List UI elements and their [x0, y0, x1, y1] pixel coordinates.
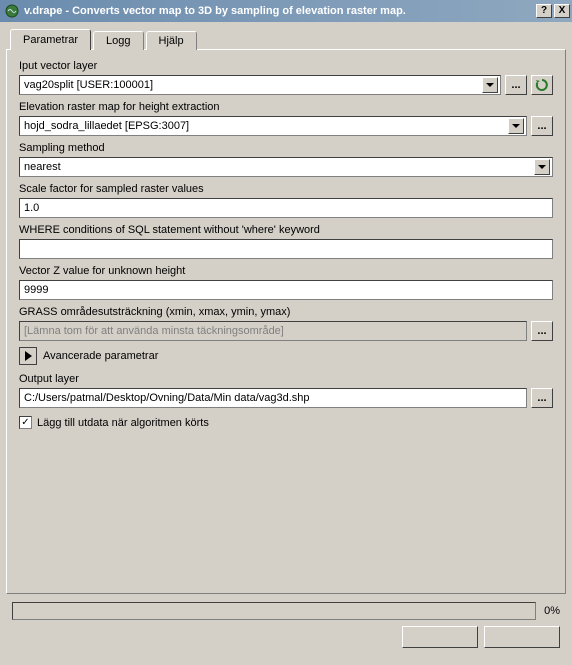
action-button-1[interactable]	[402, 626, 478, 648]
chevron-down-icon[interactable]	[534, 159, 550, 175]
elevation-label: Elevation raster map for height extracti…	[19, 101, 553, 113]
zvalue-label: Vector Z value for unknown height	[19, 265, 553, 277]
browse-output-button[interactable]: ...	[531, 388, 553, 408]
parameters-panel: Iput vector layer vag20split [USER:10000…	[6, 49, 566, 594]
browse-input-button[interactable]: ...	[505, 75, 527, 95]
app-icon	[4, 3, 20, 19]
input-layer-value: vag20split [USER:100001]	[24, 79, 153, 91]
play-icon	[25, 351, 32, 361]
add-output-label: Lägg till utdata när algoritmen körts	[37, 417, 209, 429]
output-label: Output layer	[19, 373, 553, 385]
input-layer-select[interactable]: vag20split [USER:100001]	[19, 75, 501, 95]
extent-input[interactable]: [Lämna tom för att använda minsta täckni…	[19, 321, 527, 341]
extent-placeholder: [Lämna tom för att använda minsta täckni…	[24, 325, 284, 337]
tab-parametrar[interactable]: Parametrar	[10, 29, 91, 50]
window-title: v.drape - Converts vector map to 3D by s…	[24, 5, 534, 17]
titlebar: v.drape - Converts vector map to 3D by s…	[0, 0, 572, 22]
scale-value	[24, 199, 548, 217]
refresh-button[interactable]	[531, 75, 553, 95]
scale-label: Scale factor for sampled raster values	[19, 183, 553, 195]
input-layer-label: Iput vector layer	[19, 60, 553, 72]
where-input[interactable]	[19, 239, 553, 259]
elevation-select[interactable]: hojd_sodra_lillaedet [EPSG:3007]	[19, 116, 527, 136]
sampling-label: Sampling method	[19, 142, 553, 154]
sampling-select[interactable]: nearest	[19, 157, 553, 177]
extent-label: GRASS områdesutsträckning (xmin, xmax, y…	[19, 306, 553, 318]
close-button[interactable]: X	[554, 4, 570, 18]
add-output-checkbox[interactable]: ✓	[19, 416, 32, 429]
output-value	[24, 389, 522, 407]
output-input[interactable]	[19, 388, 527, 408]
tab-bar: Parametrar Logg Hjälp	[10, 31, 566, 50]
help-button[interactable]: ?	[536, 4, 552, 18]
advanced-label: Avancerade parametrar	[43, 350, 158, 362]
zvalue-input[interactable]	[19, 280, 553, 300]
where-label: WHERE conditions of SQL statement withou…	[19, 224, 553, 236]
browse-elevation-button[interactable]: ...	[531, 116, 553, 136]
scale-input[interactable]	[19, 198, 553, 218]
expand-advanced-button[interactable]	[19, 347, 37, 365]
tab-logg[interactable]: Logg	[93, 31, 143, 50]
where-value	[24, 240, 548, 258]
tab-hjalp[interactable]: Hjälp	[146, 31, 197, 50]
chevron-down-icon[interactable]	[482, 77, 498, 93]
zvalue-value	[24, 281, 548, 299]
elevation-value: hojd_sodra_lillaedet [EPSG:3007]	[24, 120, 189, 132]
progress-percent: 0%	[544, 605, 560, 617]
progress-bar	[12, 602, 536, 620]
browse-extent-button[interactable]: ...	[531, 321, 553, 341]
sampling-value: nearest	[24, 161, 61, 173]
action-button-2[interactable]	[484, 626, 560, 648]
chevron-down-icon[interactable]	[508, 118, 524, 134]
